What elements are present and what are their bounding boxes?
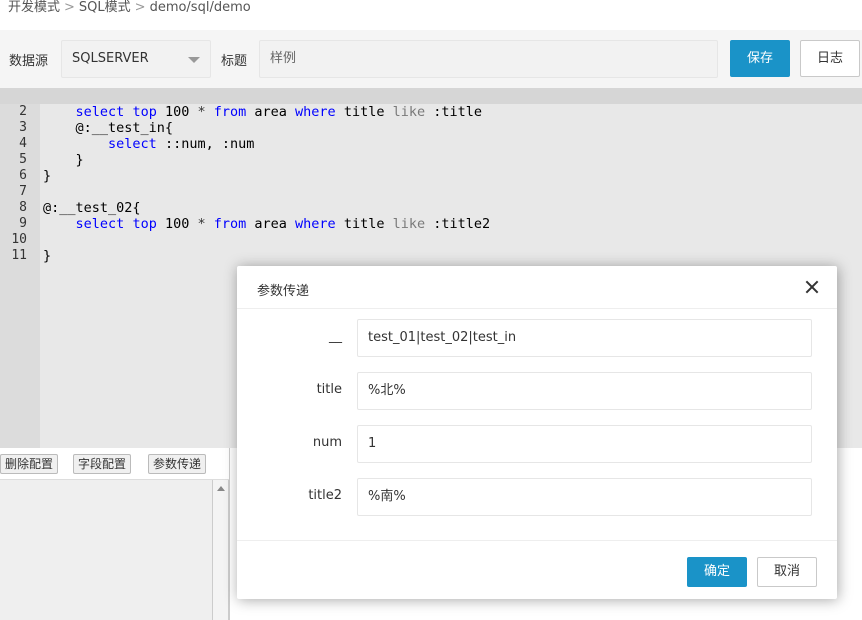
confirm-button[interactable]: 确定 [687, 557, 747, 587]
line-number: 10 [11, 232, 27, 247]
active-line-highlight [0, 88, 862, 104]
code-token: } [43, 168, 52, 184]
code-token: top [132, 216, 157, 232]
code-token: ::num, :num [156, 136, 255, 152]
breadcrumb-item-sql-mode[interactable]: SQL模式 [79, 0, 131, 15]
delete-config-button[interactable]: 删除配置 [0, 454, 59, 474]
line-number-gutter: 1 2 3 4 5 6 7 8 9 10 11 [0, 88, 40, 448]
cancel-button[interactable]: 取消 [757, 557, 817, 587]
code-area[interactable]: @:__test_01{ select top 100 * from area … [0, 88, 862, 264]
scroll-up-icon[interactable] [217, 486, 225, 491]
code-line: @:__test_in{ [40, 120, 862, 136]
code-lines: @:__test_01{ select top 100 * from area … [40, 88, 862, 264]
code-token: title [335, 216, 393, 232]
dialog-title: 参数传递 [257, 284, 310, 299]
param-input[interactable]: %南% [357, 478, 812, 516]
code-token: @:__test_02{ [43, 200, 141, 216]
save-button[interactable]: 保存 [730, 40, 790, 77]
line-number: 11 [11, 248, 27, 263]
param-input[interactable]: test_01|test_02|test_in [357, 319, 812, 357]
dialog-header: 参数传递 [237, 266, 837, 309]
breadcrumb-item-dev-mode[interactable]: 开发模式 [8, 0, 60, 15]
param-row: title2 %南% [237, 478, 837, 516]
scrollbar[interactable] [213, 480, 229, 620]
toolbar: 数据源 SQLSERVER 标题 样例 保存 日志 [0, 30, 862, 88]
datasource-value: SQLSERVER [72, 51, 149, 66]
log-button[interactable]: 日志 [800, 40, 860, 77]
panel-divider [229, 448, 230, 620]
param-row: title %北% [237, 372, 837, 410]
code-token: @:__test_in{ [43, 120, 174, 136]
param-row: __ test_01|test_02|test_in [237, 319, 837, 357]
param-input[interactable]: %北% [357, 372, 812, 410]
datasource-select[interactable]: SQLSERVER [61, 40, 211, 78]
field-config-button[interactable]: 字段配置 [73, 454, 132, 474]
config-list-panel [0, 480, 213, 620]
param-label: num [312, 435, 342, 450]
line-number: 8 [19, 200, 27, 215]
chevron-down-icon [188, 57, 200, 63]
code-token: select [75, 104, 125, 120]
code-line: select top 100 * from area where title l… [40, 104, 862, 120]
line-number: 6 [19, 168, 27, 183]
param-label: title2 [308, 488, 342, 503]
code-line: @:__test_02{ [40, 200, 862, 216]
line-number: 4 [19, 136, 27, 151]
param-row: num 1 [237, 425, 837, 463]
line-number: 7 [19, 184, 27, 199]
dialog-footer: 确定 取消 [237, 540, 837, 599]
title-label: 标题 [221, 54, 248, 69]
code-token: :title2 [425, 216, 491, 232]
code-token: where [295, 104, 336, 120]
code-token: 100 [156, 104, 198, 120]
close-icon[interactable] [803, 278, 821, 296]
datasource-label: 数据源 [9, 54, 49, 69]
code-token: like [392, 104, 426, 120]
param-label: title [316, 382, 342, 397]
code-token: :title [425, 104, 483, 120]
code-token: select [75, 216, 125, 232]
line-number: 9 [19, 216, 27, 231]
param-label: __ [329, 329, 342, 344]
code-token: where [295, 216, 336, 232]
code-token: 100 [156, 216, 198, 232]
param-dialog: 参数传递 __ test_01|test_02|test_in title %北… [237, 266, 837, 599]
breadcrumb-item-current: demo/sql/demo [149, 0, 251, 15]
code-line: select ::num, :num [40, 136, 862, 152]
line-number: 2 [19, 104, 27, 119]
code-token: from [213, 216, 247, 232]
code-token: * [197, 216, 206, 232]
code-token: title [335, 104, 393, 120]
code-token: } [43, 248, 52, 264]
code-token: select [108, 136, 157, 152]
code-line: } [40, 152, 862, 168]
line-number: 3 [19, 120, 27, 135]
code-line: select top 100 * from area where title l… [40, 216, 862, 232]
param-input[interactable]: 1 [357, 425, 812, 463]
code-token: } [43, 152, 84, 168]
code-token: like [392, 216, 426, 232]
title-input[interactable]: 样例 [259, 40, 718, 78]
param-pass-button[interactable]: 参数传递 [148, 454, 207, 474]
code-token: top [132, 104, 157, 120]
code-line: } [40, 248, 862, 264]
code-line: } [40, 168, 862, 184]
code-token: from [213, 104, 247, 120]
code-token: area [246, 216, 296, 232]
line-number: 5 [19, 152, 27, 167]
bottom-toolbar: 删除配置 字段配置 参数传递 [0, 448, 229, 480]
breadcrumb-separator: > [64, 0, 75, 15]
breadcrumb-separator: > [134, 0, 146, 15]
breadcrumb: 开发模式 > SQL模式 > demo/sql/demo [0, 0, 251, 24]
code-token: area [246, 104, 296, 120]
code-token: * [197, 104, 206, 120]
